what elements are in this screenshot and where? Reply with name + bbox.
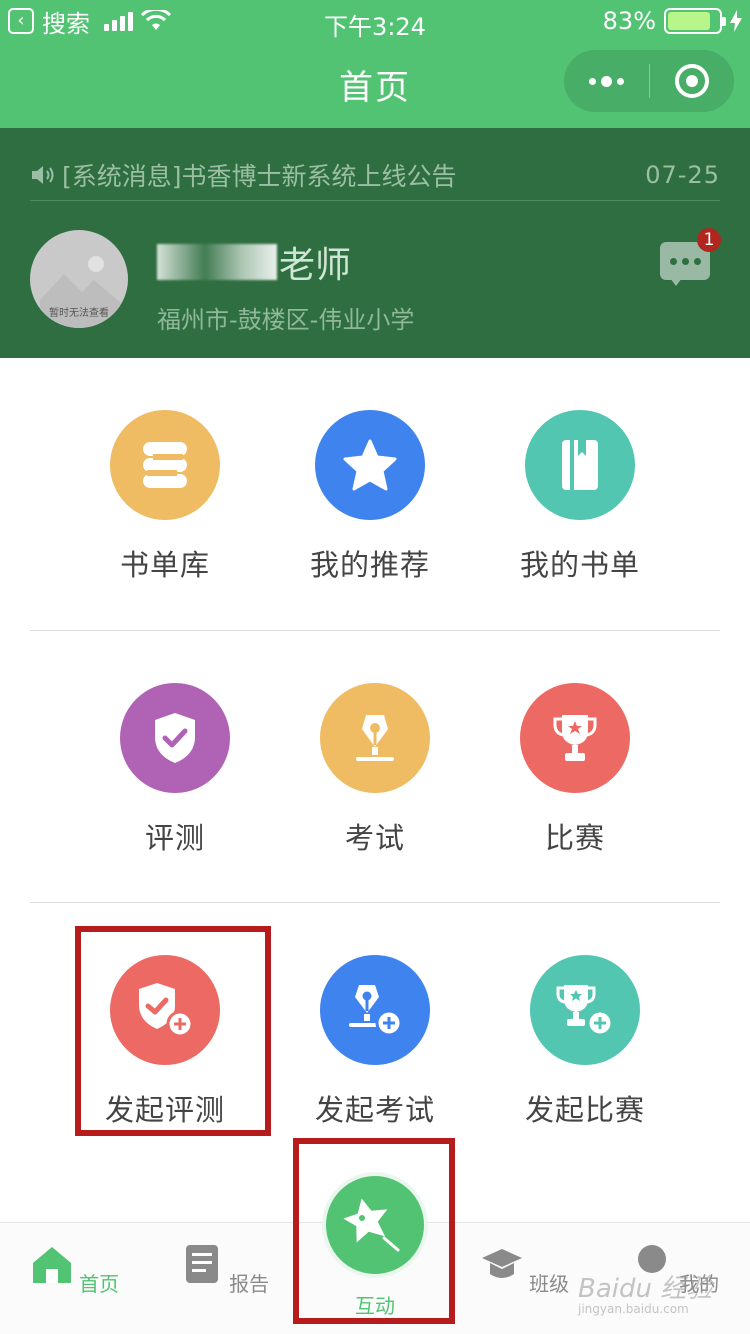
grid-label: 我的书单	[519, 548, 640, 582]
highlight-start-assessment	[75, 926, 271, 1136]
avatar-caption: 暂时无法查看	[49, 308, 109, 319]
shield-check-icon	[120, 683, 230, 793]
watermark-url: jingyan.baidu.com	[578, 1302, 689, 1316]
grid-item-competition[interactable]: 比赛	[475, 683, 675, 857]
grid-item-assessment[interactable]: 评测	[75, 683, 275, 857]
header-divider	[30, 200, 720, 201]
grid-item-start-exam[interactable]: 发起考试	[275, 955, 475, 1129]
teacher-name-suffix: 老师	[279, 245, 352, 286]
tab-label: 报告	[229, 1272, 270, 1296]
grid-item-exam[interactable]: 考试	[275, 683, 475, 857]
status-bar-right: 83%	[603, 7, 742, 35]
more-button[interactable]	[564, 50, 649, 112]
tab-class[interactable]: 班级	[475, 1243, 575, 1297]
notice-date: 07-25	[645, 161, 720, 189]
grid-divider	[30, 902, 720, 903]
top-bar: ‹ 搜索 下午3:24 83% 首页	[0, 0, 750, 128]
grid-label: 发起比赛	[524, 1093, 645, 1127]
grid-label: 书单库	[119, 548, 210, 582]
pen-nib-icon	[320, 683, 430, 793]
home-page: ‹ 搜索 下午3:24 83% 首页 [系统消息]书香博士新系统上线公告 07-…	[0, 0, 750, 1334]
tab-home[interactable]: 首页	[25, 1243, 125, 1297]
book-list-icon	[110, 410, 220, 520]
trophy-plus-icon	[530, 955, 640, 1065]
charging-icon	[730, 10, 742, 32]
teacher-name: 老师	[157, 236, 351, 288]
tab-label: 首页	[79, 1272, 120, 1296]
watermark-brand: Baidu 经验	[578, 1274, 713, 1304]
grid-label: 发起考试	[314, 1093, 435, 1127]
mini-program-capsule	[564, 50, 734, 112]
highlight-interaction-tab	[293, 1138, 455, 1324]
grid-item-book-library[interactable]: 书单库	[65, 410, 265, 584]
book-icon	[525, 410, 635, 520]
trophy-icon	[520, 683, 630, 793]
graduation-cap-icon	[481, 1249, 522, 1278]
tab-label: 班级	[529, 1272, 570, 1296]
pen-plus-icon	[320, 955, 430, 1065]
grid-item-my-booklist[interactable]: 我的书单	[480, 410, 680, 584]
profile-header: [系统消息]书香博士新系统上线公告 07-25 暂时无法查看 老师 福州市-鼓楼…	[0, 128, 750, 358]
avatar[interactable]: 暂时无法查看	[30, 230, 128, 328]
unread-badge: 1	[697, 228, 721, 252]
grid-item-start-competition[interactable]: 发起比赛	[485, 955, 685, 1129]
more-dots-icon	[588, 75, 624, 87]
target-icon	[674, 64, 709, 98]
close-mini-program-button[interactable]	[650, 50, 735, 112]
grid-label: 评测	[144, 821, 205, 855]
grid-label: 比赛	[544, 821, 605, 855]
report-icon	[185, 1245, 218, 1283]
system-notice[interactable]: [系统消息]书香博士新系统上线公告 07-25	[30, 150, 720, 200]
battery-percent: 83%	[602, 7, 656, 35]
battery-icon	[664, 8, 726, 34]
grid-label: 考试	[344, 821, 405, 855]
grid-divider	[30, 630, 720, 631]
speaker-icon	[32, 166, 54, 184]
grid-item-my-recommend[interactable]: 我的推荐	[270, 410, 470, 584]
star-icon	[315, 410, 425, 520]
notice-text: [系统消息]书香博士新系统上线公告	[62, 162, 457, 191]
home-icon	[32, 1247, 71, 1283]
redacted-name	[157, 244, 277, 280]
tab-report[interactable]: 报告	[175, 1243, 275, 1297]
teacher-school: 福州市-鼓楼区-伟业小学	[157, 306, 415, 334]
grid-label: 我的推荐	[309, 548, 430, 582]
